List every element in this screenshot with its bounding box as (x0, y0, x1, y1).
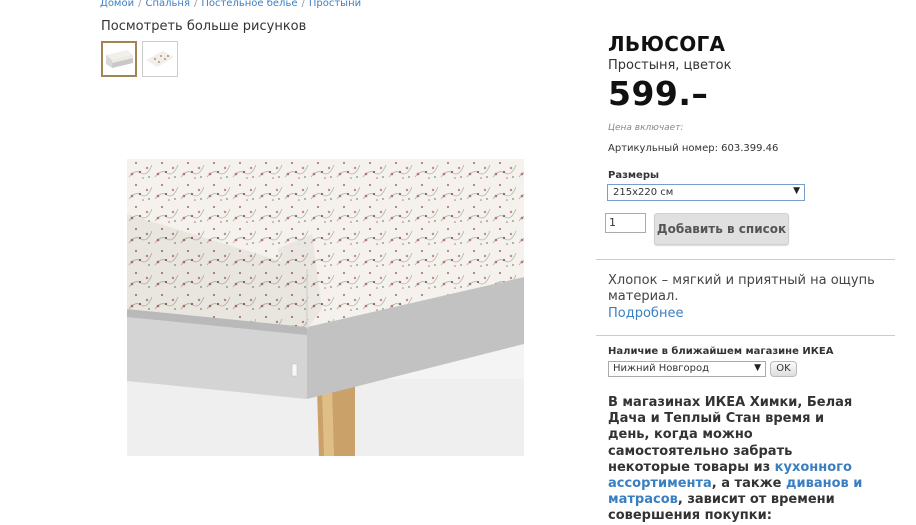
price-note: Цена включает: (608, 123, 684, 133)
dropdown-arrow-icon: ▼ (754, 363, 761, 373)
article-number: Артикульный номер: 603.399.46 (608, 143, 779, 154)
breadcrumb-separator: / (193, 0, 198, 9)
breadcrumb-sheets[interactable]: Простыни (309, 0, 361, 9)
store-select[interactable]: Нижний Новгород ▼ (608, 361, 766, 377)
product-subtitle: Простыня, цветок (608, 58, 732, 73)
breadcrumb-bedroom[interactable]: Спальня (145, 0, 190, 9)
sizes-label: Размеры (608, 170, 660, 181)
ok-button[interactable]: OK (770, 361, 797, 377)
more-details-link[interactable]: Подробнее (608, 306, 683, 321)
breadcrumb-separator: / (138, 0, 142, 9)
size-select[interactable]: 215x220 см ▼ (607, 184, 805, 201)
more-pictures-label: Посмотреть больше рисунков (101, 19, 307, 34)
dropdown-arrow-icon: ▼ (793, 186, 800, 196)
add-to-list-button[interactable]: Добавить в список (654, 213, 789, 245)
breadcrumb-home[interactable]: Домой (100, 0, 134, 9)
product-main-photo (127, 159, 524, 456)
promo-text: В магазинах ИКЕА Химки, Белая Дача и Теп… (608, 395, 868, 525)
product-title: ЛЬЮСОГА (608, 32, 726, 56)
store-select-value: Нижний Новгород (613, 363, 710, 374)
thumbnail-fabric-pattern[interactable] (142, 41, 178, 77)
quantity-input[interactable]: 1 (605, 213, 646, 233)
divider (596, 259, 895, 260)
product-description: Хлопок – мягкий и приятный на ощупь мате… (608, 273, 875, 304)
breadcrumb-bedding[interactable]: Постельное белье (201, 0, 297, 9)
availability-label: Наличие в ближайшем магазине ИКЕА (608, 346, 834, 357)
divider (596, 335, 895, 336)
thumbnail-bed-photo[interactable] (101, 41, 137, 77)
promo-text-part: , а также (711, 476, 786, 492)
breadcrumb: Домой / Спальня / Постельное белье / Простыни (100, 0, 361, 9)
product-price: 599.– (608, 74, 709, 113)
breadcrumb-separator: / (301, 0, 305, 9)
size-select-value: 215x220 см (613, 187, 674, 198)
